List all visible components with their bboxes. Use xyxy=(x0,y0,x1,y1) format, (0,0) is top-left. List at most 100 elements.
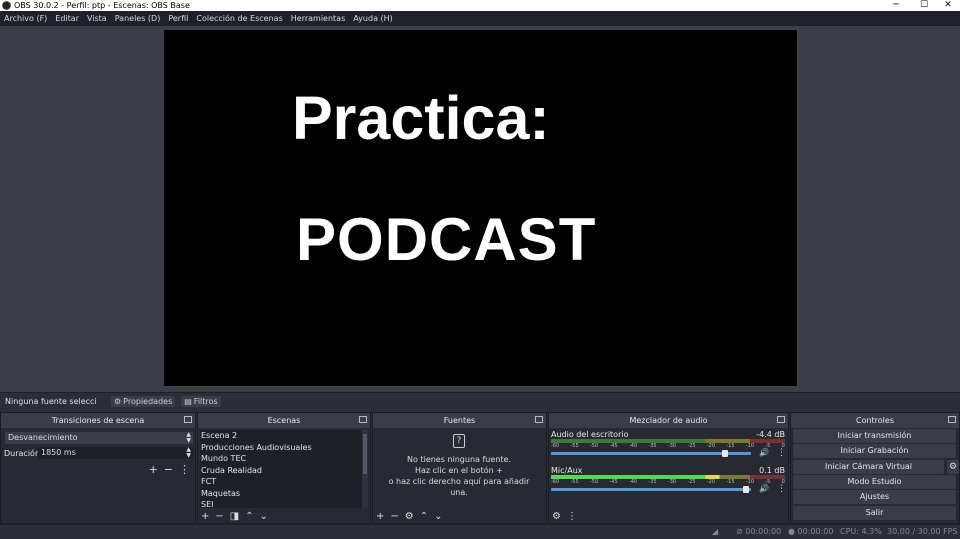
add-source-icon[interactable]: + xyxy=(376,511,384,522)
move-down-icon[interactable]: ⌄ xyxy=(260,511,268,522)
menu-help[interactable]: Ayuda (H) xyxy=(353,14,393,23)
transition-select[interactable]: Desvanecimiento ▲ ▼ xyxy=(5,432,193,444)
stream-status: ⊘ 00:00:00 xyxy=(736,527,781,536)
exit-button[interactable]: Salir xyxy=(793,506,956,520)
controls-title: Controles xyxy=(855,416,894,425)
speaker-icon[interactable]: 🔊 xyxy=(759,448,769,457)
scene-item[interactable]: Escena 2 xyxy=(200,430,362,442)
menu-file[interactable]: Archivo (F) xyxy=(4,14,47,23)
kebab-menu-icon[interactable]: ⋮ xyxy=(777,448,786,458)
mixer-track-desktop: Audio del escritorio -4.4 dB -60 -55 -50 -4… xyxy=(551,430,787,464)
speaker-icon[interactable]: 🔊 xyxy=(759,484,769,493)
filter-icon[interactable]: ◨ xyxy=(230,511,239,522)
start-virtual-camera-button[interactable]: Iniciar Cámara Virtual xyxy=(793,460,944,474)
plus-icon: + xyxy=(496,466,503,475)
track-name: Audio del escritorio xyxy=(551,430,629,439)
move-down-icon[interactable]: ⌄ xyxy=(434,511,442,522)
track-db: 0.1 dB xyxy=(759,466,785,475)
studio-mode-button[interactable]: Modo Estudio xyxy=(793,475,956,489)
preview-text-podcast: PODCAST xyxy=(296,206,597,273)
question-icon: ? xyxy=(453,434,465,448)
add-transition-icon[interactable]: + xyxy=(149,463,158,476)
meter-scale: -60 -55 -50 -45 -40 -35 -30 -25 -20 -15 -10 -5 0 xyxy=(551,479,785,485)
scenes-title: Escenas xyxy=(267,416,301,425)
recording-time: 00:00:00 xyxy=(797,527,834,536)
remove-scene-icon[interactable]: − xyxy=(215,511,223,522)
remove-source-icon[interactable]: − xyxy=(390,511,398,522)
stream-time: 00:00:00 xyxy=(745,527,782,536)
fps-readout: 30.00 / 30.00 FPS xyxy=(887,527,958,536)
preview-canvas[interactable]: Practica: PODCAST xyxy=(164,30,797,386)
cpu-usage: CPU: 4.3% xyxy=(840,527,882,536)
preview-text-practica: Practica: xyxy=(292,84,550,152)
mixer-dock-header: Mezclador de audio xyxy=(549,413,788,428)
menu-edit[interactable]: Editar xyxy=(55,14,79,23)
filter-icon: ▤ xyxy=(184,397,192,406)
track-name: Mic/Aux xyxy=(551,466,583,475)
kebab-menu-icon[interactable]: ⋮ xyxy=(179,463,190,476)
start-recording-button[interactable]: Iniciar Grabación xyxy=(793,444,956,458)
controls-dock: Controles Iniciar transmisión Iniciar Gr… xyxy=(790,412,960,524)
undock-icon[interactable] xyxy=(535,416,543,423)
scene-item[interactable]: Maquetas xyxy=(200,488,362,500)
duration-input[interactable]: 1850 ms ▲ ▼ xyxy=(38,447,193,459)
kebab-menu-icon[interactable]: ⋮ xyxy=(567,511,577,522)
sources-empty-line2: Haz clic en el botón xyxy=(415,466,494,475)
volume-slider[interactable] xyxy=(551,450,751,457)
scrollbar-thumb[interactable] xyxy=(363,434,367,474)
stream-icon: ⊘ xyxy=(736,527,743,536)
virtual-camera-gear-icon[interactable]: ⚙ xyxy=(947,460,959,474)
properties-button[interactable]: ⚙ Propiedades xyxy=(111,396,176,407)
scene-item[interactable]: Mundo TEC xyxy=(200,453,362,465)
undock-icon[interactable] xyxy=(359,416,367,423)
meter-scale: -60 -55 -50 -45 -40 -35 -30 -25 -20 -15 -10 -5 0 xyxy=(551,443,785,449)
scene-item[interactable]: FCT xyxy=(200,476,362,488)
status-bar: ◢ ⊘ 00:00:00 ● 00:00:00 CPU: 4.3% 30.00 … xyxy=(0,524,960,539)
volume-slider[interactable] xyxy=(551,486,751,493)
recording-status: ● 00:00:00 xyxy=(788,527,833,536)
menu-tools[interactable]: Herramientas xyxy=(291,14,346,23)
menu-profile[interactable]: Perfil xyxy=(168,14,188,23)
obs-logo-icon xyxy=(2,1,11,10)
scenes-dock: Escenas Escena 2 Producciones Audiovisua… xyxy=(197,412,371,524)
settings-button[interactable]: Ajustes xyxy=(793,490,956,504)
undock-icon[interactable] xyxy=(184,416,192,423)
undock-icon[interactable] xyxy=(948,416,956,423)
maximize-button[interactable]: ☐ xyxy=(914,0,934,11)
volume-slider-handle[interactable] xyxy=(721,450,728,457)
transitions-title: Transiciones de escena xyxy=(51,416,145,425)
move-up-icon[interactable]: ⌃ xyxy=(420,511,428,522)
mixer-title: Mezclador de audio xyxy=(629,416,708,425)
filters-label: Filtros xyxy=(193,397,218,406)
sources-dock-header: Fuentes xyxy=(373,413,546,428)
menu-view[interactable]: Vista xyxy=(87,14,107,23)
scene-item[interactable]: Cruda Realidad xyxy=(200,465,362,477)
start-streaming-button[interactable]: Iniciar transmisión xyxy=(793,429,956,443)
minimize-button[interactable]: ─ xyxy=(886,0,906,11)
undock-icon[interactable] xyxy=(777,416,785,423)
scene-item[interactable]: Producciones Audiovisuales xyxy=(200,442,362,454)
move-up-icon[interactable]: ⌃ xyxy=(245,511,253,522)
volume-slider-handle[interactable] xyxy=(743,486,750,493)
scene-scrollbar[interactable] xyxy=(362,430,368,508)
duration-value: 1850 ms xyxy=(41,448,76,457)
track-db: -4.4 dB xyxy=(756,430,785,439)
gear-icon[interactable]: ⚙ xyxy=(405,511,414,522)
gear-icon: ⚙ xyxy=(114,397,122,406)
spinner-icon[interactable]: ▲ ▼ xyxy=(186,447,191,459)
menu-bar: Archivo (F) Editar Vista Paneles (D) Per… xyxy=(0,11,960,26)
properties-label: Propiedades xyxy=(123,397,173,406)
kebab-menu-icon[interactable]: ⋮ xyxy=(777,484,786,494)
advanced-audio-gear-icon[interactable]: ⚙ xyxy=(552,511,561,522)
close-button[interactable]: ✕ xyxy=(938,0,958,11)
remove-transition-icon[interactable]: − xyxy=(164,463,173,476)
window-title: OBS 30.0.2 - Perfil: ptp - Escenas: OBS … xyxy=(14,1,190,10)
chevron-updown-icon: ▲ ▼ xyxy=(186,431,191,444)
transitions-dock-header: Transiciones de escena xyxy=(1,413,195,428)
menu-scene-collection[interactable]: Colección de Escenas xyxy=(196,14,282,23)
add-scene-icon[interactable]: + xyxy=(201,511,209,522)
filters-button[interactable]: ▤ Filtros xyxy=(181,396,221,407)
menu-docks[interactable]: Paneles (D) xyxy=(115,14,161,23)
scene-item[interactable]: SEI xyxy=(200,499,362,508)
controls-dock-header: Controles xyxy=(791,413,959,428)
